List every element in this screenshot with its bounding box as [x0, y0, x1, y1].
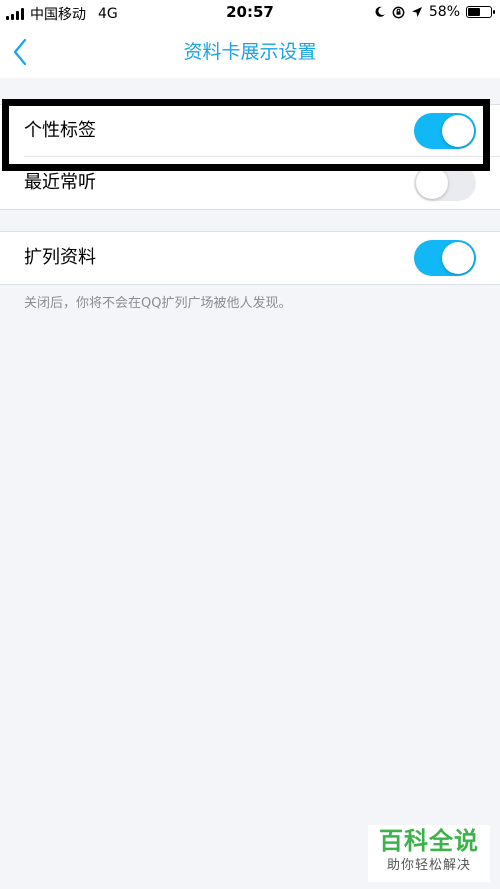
watermark-subtitle: 助你轻松解决: [386, 858, 471, 873]
extended-profile-label: 扩列资料: [24, 247, 96, 268]
extended-profile-toggle[interactable]: [414, 240, 476, 276]
extended-profile-hint: 关闭后，你将不会在QQ扩列广场被他人发现。: [24, 296, 292, 311]
status-right: 58%: [374, 4, 495, 20]
page-title: 资料卡展示设置: [183, 41, 317, 63]
toggle-knob: [442, 115, 474, 147]
recently-listened-label: 最近常听: [24, 172, 96, 193]
location-icon: [411, 7, 422, 17]
toggle-knob: [416, 167, 448, 199]
setting-row-extended-profile: 扩列资料: [0, 232, 500, 284]
setting-row-personal-tags: 个性标签: [0, 105, 500, 157]
nav-bar: 资料卡展示设置: [0, 26, 500, 78]
recently-listened-toggle[interactable]: [414, 165, 476, 201]
status-bar: 中国移动 4G 20:57 58%: [0, 0, 500, 26]
battery-fill: [468, 8, 481, 16]
toggle-knob: [442, 242, 474, 274]
settings-group-profile: 个性标签 最近常听: [0, 104, 500, 210]
watermark-title: 百科全说: [379, 827, 479, 855]
chevron-left-icon: [13, 38, 27, 66]
setting-row-recently-listened: 最近常听: [0, 157, 500, 209]
moon-icon: [375, 6, 385, 17]
battery-percent: 58%: [428, 4, 460, 20]
personal-tags-toggle[interactable]: [414, 113, 476, 149]
personal-tags-label: 个性标签: [24, 120, 96, 141]
settings-group-extended: 扩列资料: [0, 231, 500, 285]
back-button[interactable]: [0, 26, 40, 78]
watermark: 百科全说 助你轻松解决: [368, 825, 490, 882]
battery-icon: [466, 6, 495, 18]
orientation-lock-icon: [392, 6, 405, 18]
